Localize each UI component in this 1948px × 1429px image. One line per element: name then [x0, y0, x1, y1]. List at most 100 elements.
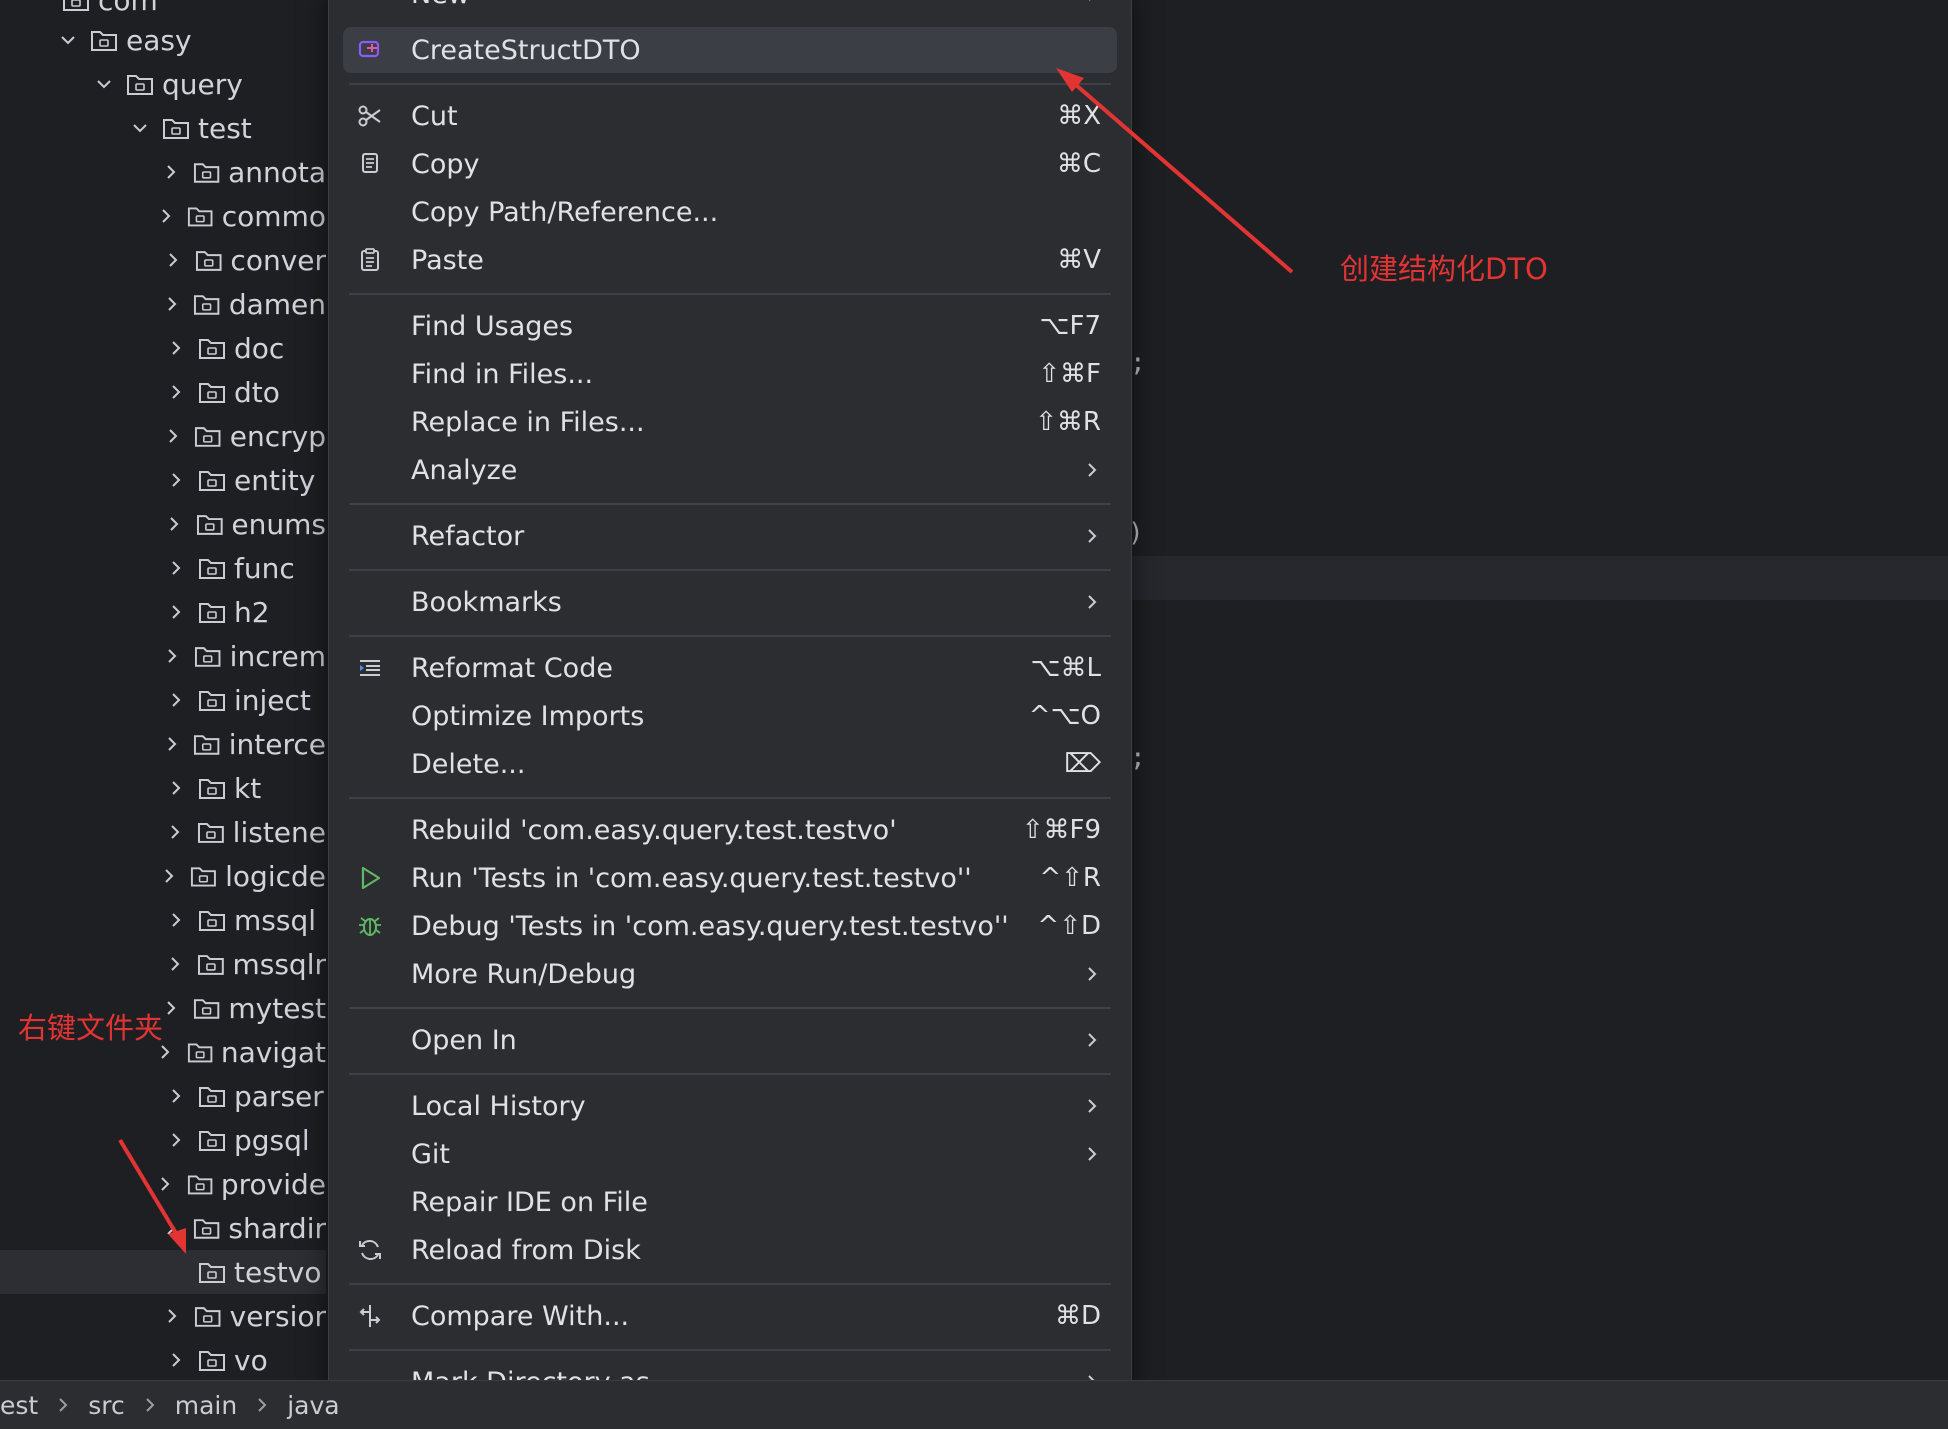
- chevron-down-icon[interactable]: [130, 118, 150, 138]
- breadcrumb-item[interactable]: est: [0, 1391, 38, 1420]
- menu-item-new[interactable]: New: [343, 0, 1117, 17]
- breadcrumb: est src main java: [0, 1391, 340, 1420]
- reformat-icon: [357, 656, 383, 680]
- tree-node-test[interactable]: test: [0, 106, 326, 150]
- menu-item-more-run-debug[interactable]: More Run/Debug: [343, 951, 1117, 997]
- tree-node-func[interactable]: func: [0, 546, 326, 590]
- chevron-right-icon[interactable]: [166, 602, 186, 622]
- menu-item-copy[interactable]: Copy ⌘C: [343, 141, 1117, 187]
- breadcrumb-item[interactable]: src: [88, 1391, 125, 1420]
- menu-item-delete[interactable]: Delete... ⌦: [343, 741, 1117, 787]
- chevron-right-icon[interactable]: [166, 1130, 186, 1150]
- tree-node-conver[interactable]: conver: [0, 238, 326, 282]
- tree-node-shardir[interactable]: shardir: [0, 1206, 326, 1250]
- menu-item-open-in[interactable]: Open In: [343, 1017, 1117, 1063]
- chevron-right-icon[interactable]: [166, 910, 186, 930]
- menu-item-run-tests[interactable]: Run 'Tests in 'com.easy.query.test.testv…: [343, 855, 1117, 901]
- chevron-right-icon[interactable]: [162, 294, 182, 314]
- menu-item-refactor[interactable]: Refactor: [343, 513, 1117, 559]
- chevron-right-icon[interactable]: [161, 162, 180, 182]
- chevron-right-icon[interactable]: [163, 646, 183, 666]
- dto-plugin-icon: [357, 38, 383, 62]
- chevron-right-icon[interactable]: [165, 954, 185, 974]
- tree-node-inject[interactable]: inject: [0, 678, 326, 722]
- menu-item-copy-path[interactable]: Copy Path/Reference...: [343, 189, 1117, 235]
- chevron-down-icon[interactable]: [94, 74, 114, 94]
- tree-node-pgsql[interactable]: pgsql: [0, 1118, 326, 1162]
- tree-node-h2[interactable]: h2: [0, 590, 326, 634]
- tree-node-increm[interactable]: increm: [0, 634, 326, 678]
- chevron-right-icon[interactable]: [162, 998, 181, 1018]
- chevron-right-icon[interactable]: [166, 338, 186, 358]
- tree-node-label: entity: [234, 463, 316, 497]
- chevron-right-icon[interactable]: [163, 1306, 183, 1326]
- tree-node-parser[interactable]: parser: [0, 1074, 326, 1118]
- chevron-right-icon: [1089, 0, 1091, 1]
- tree-node-enums[interactable]: enums: [0, 502, 326, 546]
- menu-item-analyze[interactable]: Analyze: [343, 447, 1117, 493]
- chevron-right-icon[interactable]: [163, 426, 183, 446]
- menu-item-bookmarks[interactable]: Bookmarks: [343, 579, 1117, 625]
- chevron-right-icon[interactable]: [163, 250, 183, 270]
- menu-item-optimize-imports[interactable]: Optimize Imports ^⌥O: [343, 693, 1117, 739]
- menu-item-replace-in-files[interactable]: Replace in Files... ⇧⌘R: [343, 399, 1117, 445]
- context-menu[interactable]: New CreateStructDTO Cut ⌘X Copy ⌘C Copy …: [328, 0, 1132, 1416]
- chevron-right-icon[interactable]: [156, 1174, 175, 1194]
- menu-item-cut[interactable]: Cut ⌘X: [343, 93, 1117, 139]
- menu-item-git[interactable]: Git: [343, 1131, 1117, 1177]
- project-tree[interactable]: com easy query test annota commo conver dam…: [0, 0, 326, 1380]
- folder-icon: [195, 251, 222, 271]
- tree-node-mssqlr[interactable]: mssqlr: [0, 942, 326, 986]
- chevron-right-icon[interactable]: [164, 514, 184, 534]
- tree-node-interce[interactable]: interce: [0, 722, 326, 766]
- menu-item-paste[interactable]: Paste ⌘V: [343, 237, 1117, 283]
- tree-node-testvo[interactable]: testvo: [0, 1250, 326, 1294]
- folder-icon: [197, 955, 224, 975]
- chevron-right-icon[interactable]: [162, 734, 182, 754]
- menu-item-reformat-code[interactable]: Reformat Code ⌥⌘L: [343, 645, 1117, 691]
- menu-item-find-usages[interactable]: Find Usages ⌥F7: [343, 303, 1117, 349]
- breadcrumb-item[interactable]: main: [175, 1391, 237, 1420]
- menu-item-local-history[interactable]: Local History: [343, 1083, 1117, 1129]
- menu-item-create-struct-dto[interactable]: CreateStructDTO: [343, 27, 1117, 73]
- chevron-right-icon[interactable]: [166, 778, 186, 798]
- chevron-right-icon[interactable]: [159, 866, 178, 886]
- menu-item-reload-from-disk[interactable]: Reload from Disk: [343, 1227, 1117, 1273]
- menu-item-rebuild[interactable]: Rebuild 'com.easy.query.test.testvo' ⇧⌘F…: [343, 807, 1117, 853]
- menu-item-debug-tests[interactable]: Debug 'Tests in 'com.easy.query.test.tes…: [343, 903, 1117, 949]
- tree-node-commo[interactable]: commo: [0, 194, 326, 238]
- chevron-down-icon[interactable]: [58, 30, 78, 50]
- tree-node-logicde[interactable]: logicde: [0, 854, 326, 898]
- chevron-right-icon[interactable]: [166, 558, 186, 578]
- tree-node-easy[interactable]: easy: [0, 18, 326, 62]
- chevron-right-icon[interactable]: [166, 382, 186, 402]
- tree-node-damen[interactable]: damen: [0, 282, 326, 326]
- tree-node-provide[interactable]: provide: [0, 1162, 326, 1206]
- chevron-right-icon[interactable]: [166, 470, 186, 490]
- tree-node-kt[interactable]: kt: [0, 766, 326, 810]
- tree-node-label: conver: [230, 243, 326, 277]
- tree-node-mssql[interactable]: mssql: [0, 898, 326, 942]
- tree-node-dto[interactable]: dto: [0, 370, 326, 414]
- menu-item-compare-with[interactable]: Compare With... ⌘D: [343, 1293, 1117, 1339]
- chevron-right-icon[interactable]: [166, 1086, 186, 1106]
- menu-item-repair-ide[interactable]: Repair IDE on File: [343, 1179, 1117, 1225]
- tree-node-versior[interactable]: versior: [0, 1294, 326, 1338]
- folder-icon: [127, 75, 153, 95]
- chevron-right-icon[interactable]: [162, 1218, 181, 1238]
- chevron-right-icon[interactable]: [165, 822, 185, 842]
- chevron-right-icon[interactable]: [166, 1350, 186, 1370]
- tree-node-vo[interactable]: vo: [0, 1338, 326, 1380]
- tree-node-doc[interactable]: doc: [0, 326, 326, 370]
- chevron-right-icon[interactable]: [157, 206, 176, 226]
- folder-icon: [199, 911, 225, 931]
- run-icon: [357, 866, 383, 890]
- chevron-right-icon[interactable]: [166, 690, 186, 710]
- tree-node-entity[interactable]: entity: [0, 458, 326, 502]
- breadcrumb-item[interactable]: java: [287, 1391, 339, 1420]
- tree-node-listene[interactable]: listene: [0, 810, 326, 854]
- menu-item-find-in-files[interactable]: Find in Files... ⇧⌘F: [343, 351, 1117, 397]
- tree-node-annota[interactable]: annota: [0, 150, 326, 194]
- tree-node-query[interactable]: query: [0, 62, 326, 106]
- tree-node-encryp[interactable]: encryp: [0, 414, 326, 458]
